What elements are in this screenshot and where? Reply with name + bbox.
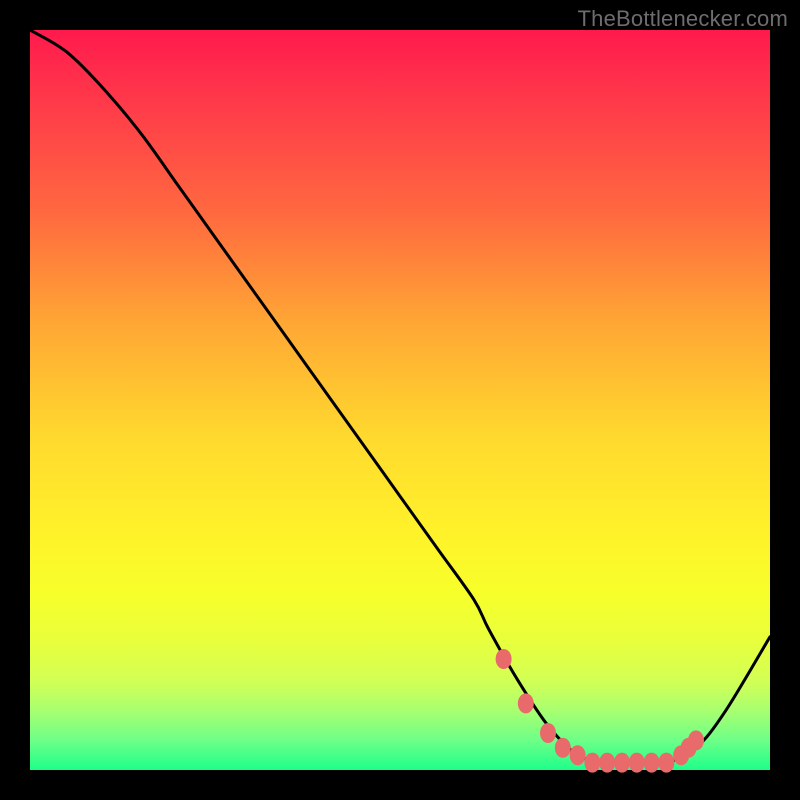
watermark-text: TheBottlenecker.com (578, 6, 788, 32)
highlight-dot (540, 723, 556, 743)
bottleneck-curve (30, 30, 770, 764)
highlight-dot (570, 745, 586, 765)
plot-area (30, 30, 770, 770)
highlight-dot (688, 730, 704, 750)
chart-frame: TheBottlenecker.com (0, 0, 800, 800)
highlight-dot (496, 649, 512, 669)
highlight-dot (629, 753, 645, 773)
chart-svg (30, 30, 770, 770)
highlight-dot (599, 753, 615, 773)
highlight-dots (496, 649, 704, 773)
highlight-dot (658, 753, 674, 773)
highlight-dot (518, 693, 534, 713)
highlight-dot (614, 753, 630, 773)
highlight-dot (584, 753, 600, 773)
highlight-dot (555, 738, 571, 758)
highlight-dot (644, 753, 660, 773)
